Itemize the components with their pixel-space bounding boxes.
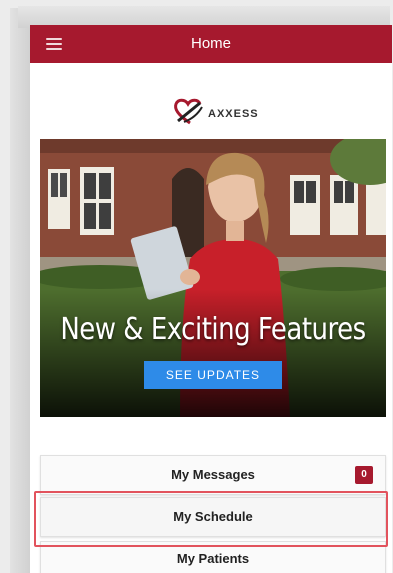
my-patients-button[interactable]: My Patients — [40, 541, 386, 573]
backdrop-shadow-left — [10, 8, 32, 573]
app-header: Home — [30, 25, 392, 63]
my-schedule-label: My Schedule — [173, 509, 253, 524]
see-updates-button[interactable]: SEE UPDATES — [144, 361, 282, 389]
app-screen: Home AXXESS New & Exciting Features SEE … — [30, 25, 392, 573]
banner-headline: New & Exciting Features — [60, 312, 366, 348]
promo-banner[interactable]: New & Exciting Features SEE UPDATES — [40, 139, 386, 417]
axxess-logo: AXXESS — [170, 95, 280, 129]
logo-text: AXXESS — [208, 108, 259, 120]
page-title: Home — [190, 35, 231, 52]
my-messages-button[interactable]: My Messages 0 — [40, 455, 386, 495]
my-schedule-button[interactable]: My Schedule — [40, 497, 386, 537]
messages-count-badge: 0 — [355, 466, 373, 484]
my-messages-label: My Messages — [171, 467, 255, 482]
my-patients-label: My Patients — [176, 551, 250, 566]
heart-logo-icon — [174, 98, 203, 125]
